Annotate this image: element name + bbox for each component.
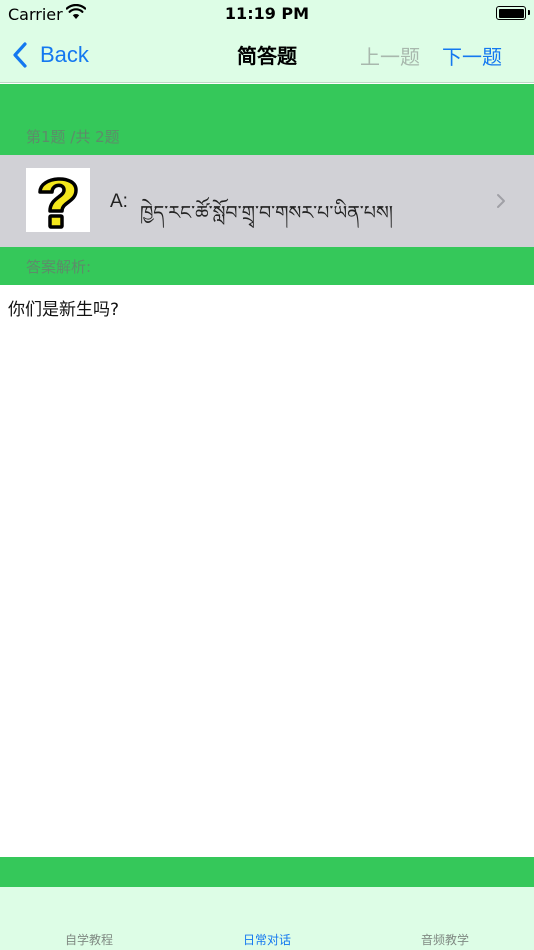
tab-bar: 自学教程 日常对话 音频教学: [0, 887, 534, 950]
answer-row[interactable]: A: ཁྱེད་རང་ཚོ་སློབ་གྲྭ་བ་གསར་པ་ཡིན་པས།: [0, 155, 534, 247]
chevron-right-icon: [497, 194, 505, 208]
next-question-button[interactable]: 下一题: [442, 41, 502, 70]
tab-daily-conversation[interactable]: 日常对话: [178, 931, 356, 948]
bottom-divider-bar: [0, 857, 534, 887]
question-header: 第1题 /共 2题: [0, 84, 534, 155]
answer-prefix: A:: [110, 191, 128, 212]
tab-self-study[interactable]: 自学教程: [0, 931, 178, 948]
navigation-bar: Back 简答题 上一题 下一题: [0, 28, 534, 83]
question-mark-icon: [26, 168, 90, 232]
previous-question-button[interactable]: 上一题: [360, 41, 420, 70]
analysis-header: 答案解析:: [0, 247, 534, 285]
status-bar: Carrier 11:19 PM: [0, 0, 534, 28]
analysis-label: 答案解析:: [26, 258, 92, 276]
analysis-text: 你们是新生吗?: [8, 300, 120, 320]
tab-audio-lessons[interactable]: 音频教学: [356, 931, 534, 948]
battery-icon: [496, 6, 530, 20]
status-time: 11:19 PM: [224, 4, 310, 23]
answer-text: ཁྱེད་རང་ཚོ་སློབ་གྲྭ་བ་གསར་པ་ཡིན་པས།: [140, 202, 393, 224]
question-counter: 第1题 /共 2题: [26, 128, 120, 146]
